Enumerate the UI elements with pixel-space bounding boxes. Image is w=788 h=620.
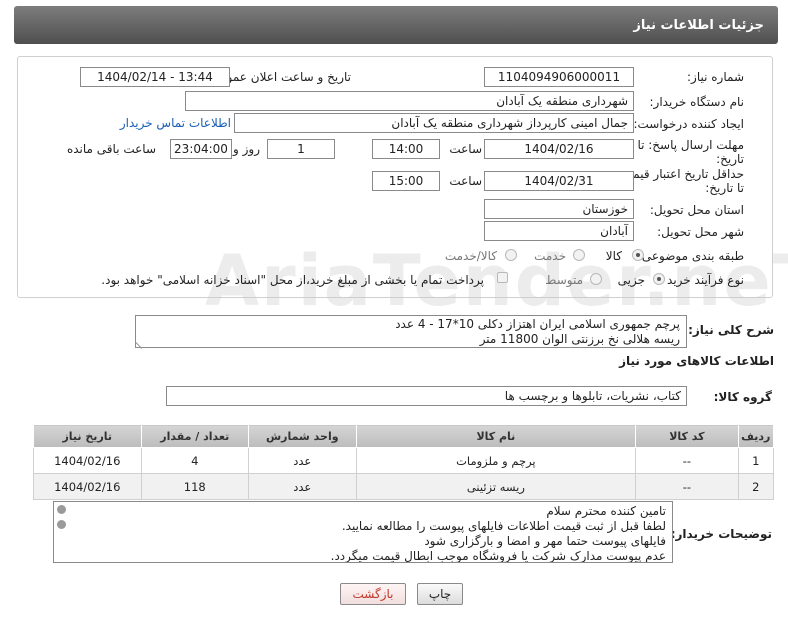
goods-table: ردیف کد کالا نام کالا واحد شمارش تعداد /… (33, 424, 775, 500)
buyer-notes-textarea[interactable]: تامین کننده محترم سلام لطفا قبل از ثبت ق… (53, 501, 673, 563)
city-field: آبادان (484, 221, 634, 241)
province-label: استان محل تحویل: (649, 203, 744, 217)
buyer-org-label: نام دستگاه خریدار: (649, 95, 745, 109)
process-radio-minor[interactable] (653, 273, 665, 285)
cell-name: ریسه تزئینی (355, 473, 637, 500)
validity-label-date: تا تاریخ: (705, 181, 744, 195)
deadline-time-label: ساعت (449, 142, 482, 156)
cell-unit: عدد (248, 447, 357, 474)
buyer-notes-label: توضیحات خریدار: (670, 527, 772, 541)
validity-label: حداقل تاریخ اعتبار قیمت: (617, 167, 744, 181)
category-label: طبقه بندی موضوعی: (637, 249, 744, 263)
deadline-label: مهلت ارسال پاسخ: تا (637, 138, 744, 152)
category-option-goods-service: کالا/خدمت (444, 249, 497, 263)
remaining-time-label: ساعت باقی مانده (66, 142, 156, 156)
notes-line-4: عدم پیوست مدارک شرکت یا فروشگاه موجب ابط… (330, 549, 666, 563)
col-name-header: نام کالا (355, 424, 637, 448)
goods-group-label: گروه کالا: (713, 390, 772, 404)
category-option-service: خدمت (534, 249, 566, 263)
cell-row: 2 (737, 473, 775, 500)
process-option-minor: جزیی (617, 273, 645, 287)
col-row-header: ردیف (737, 424, 775, 448)
validity-date-field: 1404/02/31 (484, 171, 634, 191)
buyer-contact-link[interactable]: اطلاعات تماس خریدار (120, 116, 231, 130)
deadline-label-date: تاریخ: (716, 152, 744, 166)
buyer-org-field: شهرداری منطقه یک آبادان (185, 91, 634, 111)
days-remaining-field: 1 (267, 139, 335, 159)
back-button[interactable]: بازگشت (340, 583, 406, 605)
announce-date-field: 1404/02/14 - 13:44 (80, 67, 230, 87)
process-radio-medium[interactable] (590, 273, 602, 285)
description-line-1: پرچم جمهوری اسلامی ایران اهتزاز دکلی 10*… (395, 317, 680, 331)
page-title: جزئیات اطلاعات نیاز (633, 18, 764, 33)
need-number-label: شماره نیاز: (687, 70, 744, 84)
category-radio-service[interactable] (573, 249, 585, 261)
cell-name: پرچم و ملزومات (355, 447, 637, 474)
validity-time-field: 15:00 (372, 171, 440, 191)
description-line-2: ریسه هلالی نخ برزنتی الوان 11800 متر (479, 332, 680, 346)
city-label: شهر محل تحویل: (657, 225, 744, 239)
cell-unit: عدد (248, 473, 357, 500)
goods-info-title: اطلاعات کالاهای مورد نیاز (619, 354, 774, 368)
process-option-medium: متوسط (545, 273, 583, 287)
cell-row: 1 (737, 447, 775, 474)
scroll-down-icon[interactable] (57, 520, 66, 529)
remaining-time-field: 23:04:00 (170, 139, 232, 159)
table-row[interactable]: 1 -- پرچم و ملزومات عدد 4 1404/02/16 (33, 447, 775, 474)
validity-time-label: ساعت (449, 174, 482, 188)
cell-code: -- (635, 447, 739, 474)
table-header-row: ردیف کد کالا نام کالا واحد شمارش تعداد /… (33, 424, 775, 448)
cell-code: -- (635, 473, 739, 500)
notes-line-1: تامین کننده محترم سلام (546, 504, 666, 518)
description-label: شرح کلی نیاز: (688, 323, 774, 337)
goods-group-field: کتاب، نشریات، تابلوها و برچسب ها (166, 386, 687, 406)
province-field: خوزستان (484, 199, 634, 219)
category-option-goods: کالا (605, 249, 622, 263)
deadline-date-field: 1404/02/16 (484, 139, 634, 159)
notes-line-2: لطفا قبل از ثبت قیمت اطلاعات فایلهای پیو… (341, 519, 666, 533)
treasury-payment-note: پرداخت تمام یا بخشی از مبلغ خرید،از محل … (101, 273, 484, 287)
treasury-payment-checkbox[interactable] (497, 272, 508, 283)
col-code-header: کد کالا (635, 424, 739, 448)
cell-qty: 118 (140, 473, 250, 500)
cell-date: 1404/02/16 (33, 473, 142, 500)
creator-field: جمال امینی کارپرداز شهرداری منطقه یک آبا… (234, 113, 634, 133)
creator-label: ایجاد کننده درخواست: (633, 117, 744, 131)
col-date-header: تاریخ نیاز (33, 424, 142, 448)
notes-line-3: فایلهای پیوست حتما مهر و امضا و بارگزاری… (424, 534, 666, 548)
cell-qty: 4 (140, 447, 250, 474)
print-button[interactable]: چاپ (417, 583, 463, 605)
scroll-up-icon[interactable] (57, 505, 66, 514)
notes-scrollbar[interactable] (56, 505, 68, 535)
deadline-time-field: 14:00 (372, 139, 440, 159)
category-radio-goods-service[interactable] (505, 249, 517, 261)
table-row[interactable]: 2 -- ریسه تزئینی عدد 118 1404/02/16 (33, 473, 775, 500)
process-label: نوع فرآیند خرید : (659, 273, 744, 287)
days-label: روز و (233, 142, 260, 156)
cell-date: 1404/02/16 (33, 447, 142, 474)
category-radio-goods[interactable] (632, 249, 644, 261)
col-qty-header: تعداد / مقدار (140, 424, 250, 448)
page-header: جزئیات اطلاعات نیاز (14, 6, 778, 44)
col-unit-header: واحد شمارش (248, 424, 357, 448)
description-textarea[interactable]: پرچم جمهوری اسلامی ایران اهتزاز دکلی 10*… (135, 315, 687, 348)
need-number-field: 1104094906000011 (484, 67, 634, 87)
